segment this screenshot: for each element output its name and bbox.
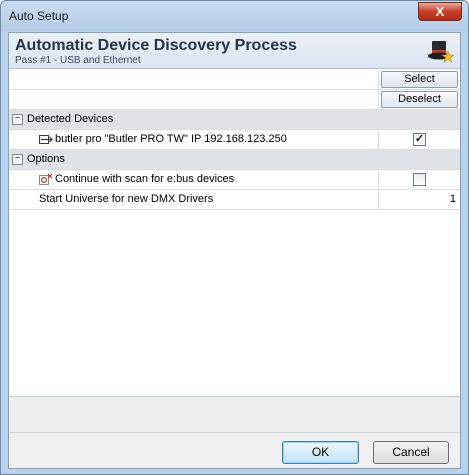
ebus-scan-row[interactable]: Continue with scan for e:bus devices bbox=[9, 170, 460, 190]
device-label: butler pro "Butler PRO TW" IP 192.168.12… bbox=[55, 133, 287, 145]
device-checkbox[interactable]: ✓ bbox=[413, 133, 426, 146]
auto-setup-window: Auto Setup X Automatic Device Discovery … bbox=[0, 0, 469, 475]
window-title: Auto Setup bbox=[9, 9, 69, 23]
close-button[interactable]: X bbox=[418, 2, 462, 21]
dialog-footer: OK Cancel bbox=[9, 432, 460, 468]
cancel-button[interactable]: Cancel bbox=[373, 441, 449, 464]
ebus-scan-checkbox[interactable] bbox=[413, 173, 426, 186]
device-icon bbox=[39, 135, 53, 144]
select-button[interactable]: Select bbox=[381, 71, 458, 88]
header-subtitle: Pass #1 - USB and Ethernet bbox=[15, 55, 141, 66]
magic-hat-icon bbox=[428, 41, 454, 63]
title-bar[interactable]: Auto Setup X bbox=[1, 1, 468, 31]
category-label: Options bbox=[27, 153, 65, 165]
deselect-button[interactable]: Deselect bbox=[381, 91, 458, 108]
collapse-icon[interactable]: − bbox=[12, 154, 23, 165]
dialog-header: Automatic Device Discovery Process Pass … bbox=[9, 33, 460, 69]
start-universe-row[interactable]: Start Universe for new DMX Drivers 1 bbox=[9, 190, 460, 210]
deselect-row: Deselect bbox=[9, 90, 460, 110]
ok-button[interactable]: OK bbox=[282, 441, 359, 464]
category-options[interactable]: − Options bbox=[9, 150, 460, 170]
property-grid: Select Deselect − Detected Devices butle… bbox=[9, 70, 460, 210]
dialog-content: Automatic Device Discovery Process Pass … bbox=[8, 32, 461, 469]
description-panel bbox=[9, 396, 460, 432]
scan-icon bbox=[39, 173, 53, 185]
collapse-icon[interactable]: − bbox=[12, 114, 23, 125]
close-icon: X bbox=[435, 4, 445, 19]
device-row[interactable]: butler pro "Butler PRO TW" IP 192.168.12… bbox=[9, 130, 460, 150]
header-title: Automatic Device Discovery Process bbox=[15, 37, 297, 54]
category-detected-devices[interactable]: − Detected Devices bbox=[9, 110, 460, 130]
ebus-scan-label: Continue with scan for e:bus devices bbox=[55, 173, 235, 185]
start-universe-value[interactable]: 1 bbox=[450, 193, 456, 205]
start-universe-label: Start Universe for new DMX Drivers bbox=[39, 193, 214, 205]
select-row: Select bbox=[9, 70, 460, 90]
category-label: Detected Devices bbox=[27, 113, 114, 125]
